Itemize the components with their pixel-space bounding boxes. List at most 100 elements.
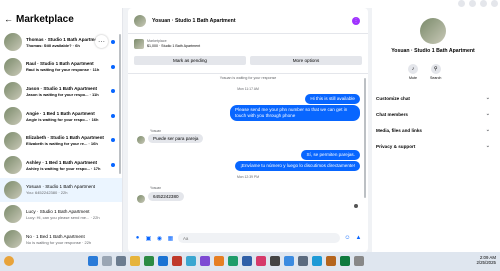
thread-item[interactable]: Jason · Studio 1 Bath Apartment Jason is… xyxy=(0,79,122,104)
bell-icon: ♪ xyxy=(408,64,418,74)
section-media-files[interactable]: Media, files and links ⌄ xyxy=(376,123,490,137)
section-customize-chat[interactable]: Customize chat ⌄ xyxy=(376,91,490,105)
app-icon[interactable] xyxy=(270,256,280,266)
thread-more-button[interactable]: ⋯ xyxy=(95,35,108,48)
thread-name: Jason · Studio 1 Bath Apartment xyxy=(26,85,98,91)
sticker-icon[interactable]: ◉ xyxy=(156,235,163,242)
thread-item[interactable]: Lucy · Studio 1 Bath Apartment Lucy: Hi,… xyxy=(0,202,122,227)
search-button[interactable]: ⚲ Search xyxy=(430,64,441,80)
task-view-icon[interactable] xyxy=(116,256,126,266)
emoji-icon[interactable]: ☺ xyxy=(344,235,351,242)
avatar xyxy=(4,131,22,150)
avatar xyxy=(4,156,22,175)
app-icon[interactable] xyxy=(312,256,322,266)
like-icon[interactable]: ▲ xyxy=(355,235,362,242)
thread-item[interactable]: Elizabeth · Studio 1 Bath Apartment Eliz… xyxy=(0,128,122,153)
sender-avatar xyxy=(137,136,145,144)
message-list: Yosuan is waiting for your response Mon … xyxy=(128,74,368,224)
avatar xyxy=(4,205,22,224)
chevron-down-icon: ⌄ xyxy=(485,111,490,117)
thread-preview: Elizabeth is waiting for your re... · 16… xyxy=(26,141,98,147)
thread-item[interactable]: Thomas · Studio 1 Bath Apartment Thomas:… xyxy=(0,30,122,55)
windows-taskbar: 2:09 AM 2/25/2025 xyxy=(0,252,500,271)
timestamp: Mon 12:39 PM xyxy=(236,175,260,179)
section-label: Privacy & support xyxy=(376,143,416,149)
chevron-down-icon: ⌄ xyxy=(485,143,490,149)
thread-item[interactable]: No · 1 Bed 1 Bath Apartment No is waitin… xyxy=(0,227,122,252)
image-icon[interactable]: ▣ xyxy=(145,235,152,242)
gif-icon[interactable]: ▦ xyxy=(167,235,174,242)
unread-dot-icon xyxy=(111,40,115,44)
app-icon[interactable] xyxy=(354,256,364,266)
unread-dot-icon xyxy=(111,113,115,118)
listing-card: Marketplace $1,000 · Studio 1 Bath Apart… xyxy=(128,34,368,74)
section-label: Media, files and links xyxy=(376,127,422,133)
app-icon[interactable] xyxy=(228,256,238,266)
chevron-down-icon: ⌄ xyxy=(485,95,490,101)
avatar xyxy=(4,33,22,52)
profile-avatar[interactable] xyxy=(420,18,446,44)
thread-preview: No is waiting for your response · 22h xyxy=(26,239,92,245)
thread-preview: Jason is waiting for your respo... · 11h xyxy=(26,91,99,97)
unread-dot-icon xyxy=(111,138,115,143)
thread-preview: Angie is waiting for your respo... · 16h xyxy=(26,116,99,122)
unread-dot-icon xyxy=(111,162,115,167)
listing-price[interactable]: $1,000 · Studio 1 Bath Apartment xyxy=(147,44,200,48)
menu-icon[interactable] xyxy=(458,0,465,7)
chrome-icon[interactable] xyxy=(144,256,154,266)
more-options-button[interactable]: More options xyxy=(250,56,362,65)
mute-label: Mute xyxy=(409,76,417,80)
app-icon[interactable] xyxy=(214,256,224,266)
top-icons xyxy=(458,0,498,7)
search-icon[interactable] xyxy=(102,256,112,266)
chat-title[interactable]: Yosuan · Studio 1 Bath Apartment xyxy=(152,18,236,24)
weather-icon[interactable] xyxy=(4,256,14,266)
thread-name: Lucy · Studio 1 Bath Apartment xyxy=(26,208,90,214)
sender-name: Yosuan xyxy=(150,186,162,190)
mute-button[interactable]: ♪ Mute xyxy=(408,64,418,80)
app-icon[interactable] xyxy=(298,256,308,266)
sidebar-title: Marketplace xyxy=(16,13,74,25)
thread-item-selected[interactable]: Yosuan · Studio 1 Bath Apartment You: 64… xyxy=(0,177,122,203)
app-icon[interactable] xyxy=(256,256,266,266)
sender-name: Yosuan xyxy=(150,129,162,133)
outgoing-message: Hi this is still available xyxy=(305,94,360,105)
edge-icon[interactable] xyxy=(158,256,168,266)
listing-label: Marketplace xyxy=(147,39,167,43)
sidebar-scrollbar[interactable] xyxy=(119,34,121,174)
info-icon[interactable]: ⋮ xyxy=(352,17,360,25)
thread-item[interactable]: Raul · Studio 1 Bath Apartment Raul is w… xyxy=(0,55,122,80)
app-icon[interactable] xyxy=(340,256,350,266)
notifications-icon[interactable] xyxy=(480,0,487,7)
app-icon[interactable] xyxy=(200,256,210,266)
avatar xyxy=(4,82,22,101)
thread-item[interactable]: Ashley · 1 Bed 1 Bath Apartment Ashley i… xyxy=(0,153,122,178)
back-arrow-icon[interactable]: ← xyxy=(4,14,13,24)
system-tray-clock[interactable]: 2:09 AM 2/25/2025 xyxy=(476,255,496,265)
microphone-icon[interactable]: ● xyxy=(134,235,141,242)
thread-name: Raul · Studio 1 Bath Apartment xyxy=(26,61,94,67)
file-explorer-icon[interactable] xyxy=(130,256,140,266)
app-icon[interactable] xyxy=(186,256,196,266)
thread-item[interactable]: Angie · 1 Bed 1 Bath Apartment Angie is … xyxy=(0,104,122,129)
app-icon[interactable] xyxy=(242,256,252,266)
app-icon[interactable] xyxy=(172,256,182,266)
mark-pending-button[interactable]: Mark as pending xyxy=(134,56,246,65)
clock-date: 2/25/2025 xyxy=(476,260,496,265)
app-icon[interactable] xyxy=(326,256,336,266)
timestamp: Mon 11:17 AM xyxy=(237,87,259,91)
profile-avatar[interactable] xyxy=(491,0,498,7)
app-icon[interactable] xyxy=(284,256,294,266)
start-icon[interactable] xyxy=(88,256,98,266)
chat-avatar[interactable] xyxy=(134,14,146,27)
listing-thumbnail[interactable] xyxy=(134,39,144,49)
chat-scrollbar[interactable] xyxy=(364,78,366,198)
section-chat-members[interactable]: Chat members ⌄ xyxy=(376,107,490,121)
composer: ● ▣ ◉ ▦ ☺ ▲ xyxy=(128,224,368,252)
thread-list-sidebar: ← Marketplace Thomas · Studio 1 Bath Apa… xyxy=(0,8,123,252)
message-input[interactable] xyxy=(178,233,340,243)
section-privacy-support[interactable]: Privacy & support ⌄ xyxy=(376,139,490,153)
browser-top-bar xyxy=(0,0,500,8)
messenger-icon[interactable] xyxy=(469,0,476,7)
chat-panel: Yosuan · Studio 1 Bath Apartment ⋮ Marke… xyxy=(128,8,368,252)
